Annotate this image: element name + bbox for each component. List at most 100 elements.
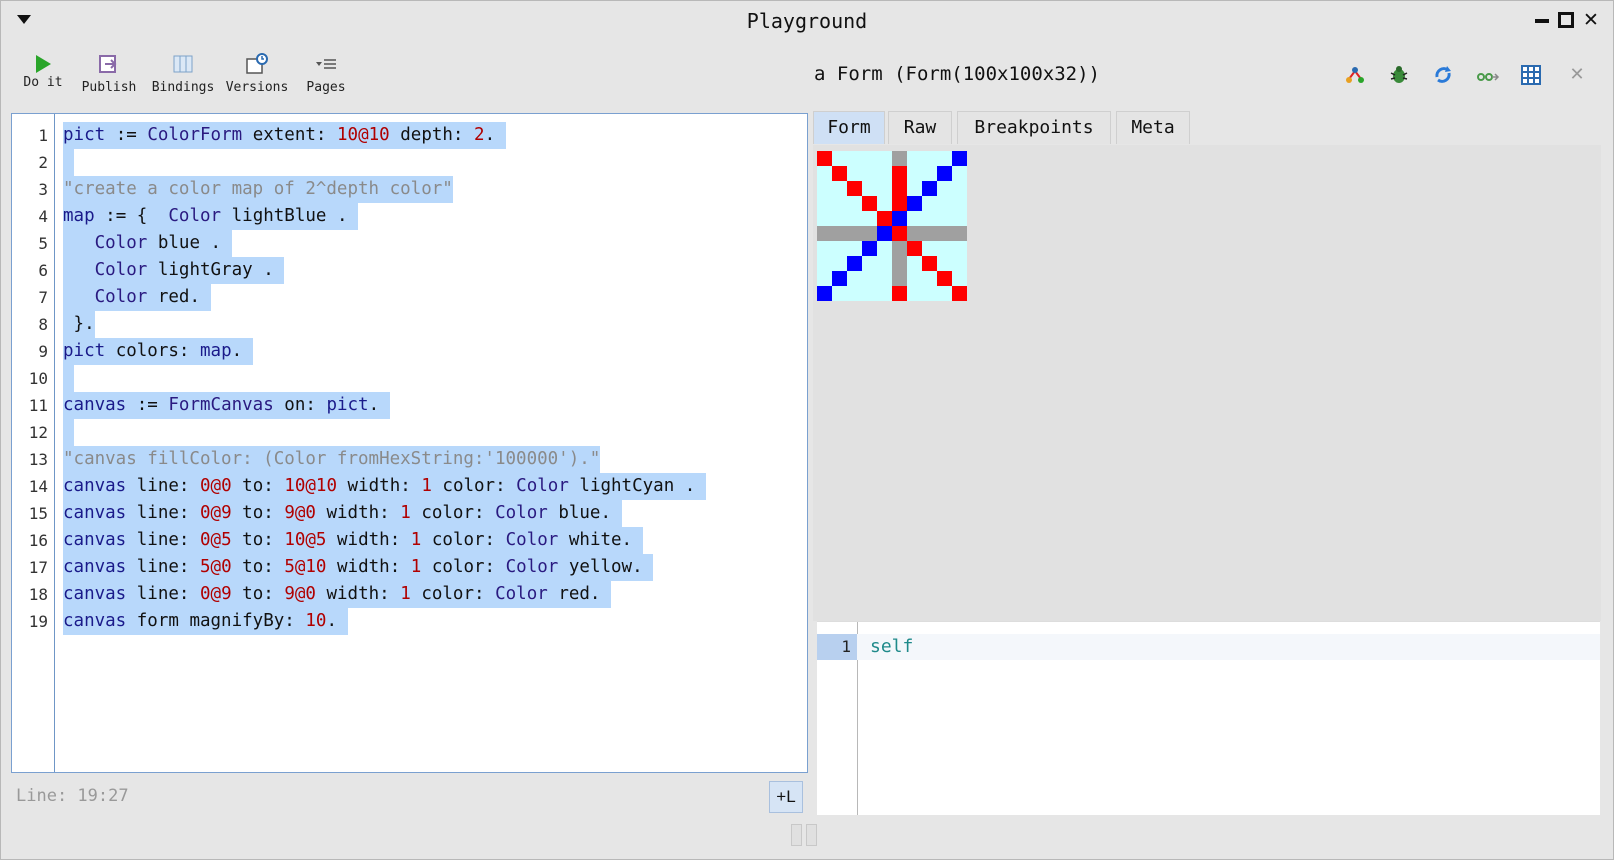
code-line[interactable]: 14 canvas line: 0@0 to: 10@10 width: 1 co… <box>12 473 807 500</box>
form-pixel <box>892 271 907 286</box>
code-line[interactable]: 5 Color blue . <box>12 230 807 257</box>
inspector-code-editor[interactable]: 1 self <box>817 621 1600 815</box>
form-pixel <box>832 151 847 166</box>
tab-breakpoints[interactable]: Breakpoints <box>957 111 1111 144</box>
code-line[interactable]: 6 Color lightGray . <box>12 257 807 284</box>
form-pixel <box>817 181 832 196</box>
form-pixel <box>952 196 967 211</box>
code-line[interactable]: 4 map := { Color lightBlue . <box>12 203 807 230</box>
bindings-button[interactable]: Bindings <box>151 51 215 95</box>
form-pixel <box>907 166 922 181</box>
code-editor[interactable]: 1 pict := ColorForm extent: 10@10 depth: … <box>11 113 808 773</box>
code-line[interactable]: 15 canvas line: 0@9 to: 9@0 width: 1 colo… <box>12 500 807 527</box>
form-pixel <box>922 151 937 166</box>
publish-button[interactable]: Publish <box>81 51 137 95</box>
tab-form[interactable]: Form <box>813 111 885 144</box>
mini-code-line[interactable]: 1 self <box>817 634 1600 660</box>
form-pixel <box>847 256 862 271</box>
form-pixel <box>832 286 847 301</box>
form-pixel <box>817 151 832 166</box>
form-pixel <box>907 151 922 166</box>
code-line[interactable]: 9 pict colors: map. <box>12 338 807 365</box>
form-pixel <box>817 286 832 301</box>
form-pixel <box>907 211 922 226</box>
pages-menu-icon <box>303 51 349 77</box>
form-pixel <box>937 151 952 166</box>
form-pixel <box>892 226 907 241</box>
form-pixel <box>952 151 967 166</box>
do-it-button[interactable]: Do it <box>21 51 65 90</box>
code-line[interactable]: 3 "create a color map of 2^depth color" <box>12 176 807 203</box>
debug-bug-icon[interactable] <box>1387 63 1411 87</box>
form-pixel <box>937 256 952 271</box>
form-pixel <box>892 211 907 226</box>
code-line[interactable]: 16 canvas line: 0@5 to: 10@5 width: 1 col… <box>12 527 807 554</box>
form-pixel <box>817 271 832 286</box>
form-pixel <box>907 256 922 271</box>
code-line[interactable]: 2 <box>12 149 807 176</box>
tab-raw[interactable]: Raw <box>888 111 952 144</box>
form-preview-pane <box>813 145 1601 621</box>
form-pixel <box>832 226 847 241</box>
form-pixel <box>832 181 847 196</box>
form-pixel <box>907 241 922 256</box>
explore-icon[interactable] <box>1343 63 1367 87</box>
form-pixel <box>907 226 922 241</box>
pages-button[interactable]: Pages <box>303 51 349 95</box>
form-pixel <box>922 241 937 256</box>
form-pixel <box>922 166 937 181</box>
versions-button[interactable]: Versions <box>225 51 289 95</box>
form-pixel <box>922 271 937 286</box>
code-line[interactable]: 8 }. <box>12 311 807 338</box>
code-line[interactable]: 7 Color red. <box>12 284 807 311</box>
form-pixel <box>937 286 952 301</box>
code-line[interactable]: 19 canvas form magnifyBy: 10. <box>12 608 807 635</box>
do-it-label: Do it <box>23 75 63 90</box>
form-pixel <box>877 226 892 241</box>
bindings-icon <box>151 51 215 77</box>
form-pixel <box>892 241 907 256</box>
form-pixel <box>952 256 967 271</box>
form-pixel <box>937 181 952 196</box>
code-line[interactable]: 13 "canvas fillColor: (Color fromHexStrin… <box>12 446 807 473</box>
form-pixel <box>892 286 907 301</box>
refresh-icon[interactable] <box>1431 63 1455 87</box>
code-line[interactable]: 12 <box>12 419 807 446</box>
form-pixel <box>922 226 937 241</box>
form-pixel <box>862 226 877 241</box>
close-icon[interactable]: ✕ <box>1582 11 1600 30</box>
mini-line-number: 1 <box>817 634 857 660</box>
mini-code-text: self <box>870 636 914 657</box>
maximize-icon[interactable] <box>1557 11 1575 29</box>
form-pixel <box>907 196 922 211</box>
link-icon[interactable] <box>1475 63 1500 87</box>
add-line-button[interactable]: +L <box>769 781 803 813</box>
form-image <box>817 151 967 301</box>
form-pixel <box>952 286 967 301</box>
pane-splitter-handle[interactable] <box>791 824 821 846</box>
minimize-icon[interactable] <box>1533 11 1551 29</box>
form-pixel <box>877 166 892 181</box>
form-pixel <box>817 166 832 181</box>
form-pixel <box>877 196 892 211</box>
bindings-label: Bindings <box>151 80 215 95</box>
playground-window: Playground ✕ Do it Publish Bindings Vers… <box>0 0 1614 860</box>
code-line[interactable]: 18 canvas line: 0@9 to: 9@0 width: 1 colo… <box>12 581 807 608</box>
code-line[interactable]: 1 pict := ColorForm extent: 10@10 depth: … <box>12 122 807 149</box>
form-pixel <box>832 211 847 226</box>
form-pixel <box>907 181 922 196</box>
code-line[interactable]: 17 canvas line: 5@0 to: 5@10 width: 1 col… <box>12 554 807 581</box>
table-view-icon[interactable] <box>1519 63 1543 87</box>
form-pixel <box>937 166 952 181</box>
inspector-close-icon[interactable]: ✕ <box>1565 63 1589 87</box>
form-pixel <box>847 211 862 226</box>
tab-meta[interactable]: Meta <box>1116 111 1190 144</box>
form-pixel <box>892 181 907 196</box>
form-pixel <box>952 211 967 226</box>
code-line[interactable]: 11 canvas := FormCanvas on: pict. <box>12 392 807 419</box>
form-pixel <box>877 151 892 166</box>
form-pixel <box>877 241 892 256</box>
code-line[interactable]: 10 <box>12 365 807 392</box>
form-pixel <box>952 271 967 286</box>
publish-label: Publish <box>81 80 137 95</box>
